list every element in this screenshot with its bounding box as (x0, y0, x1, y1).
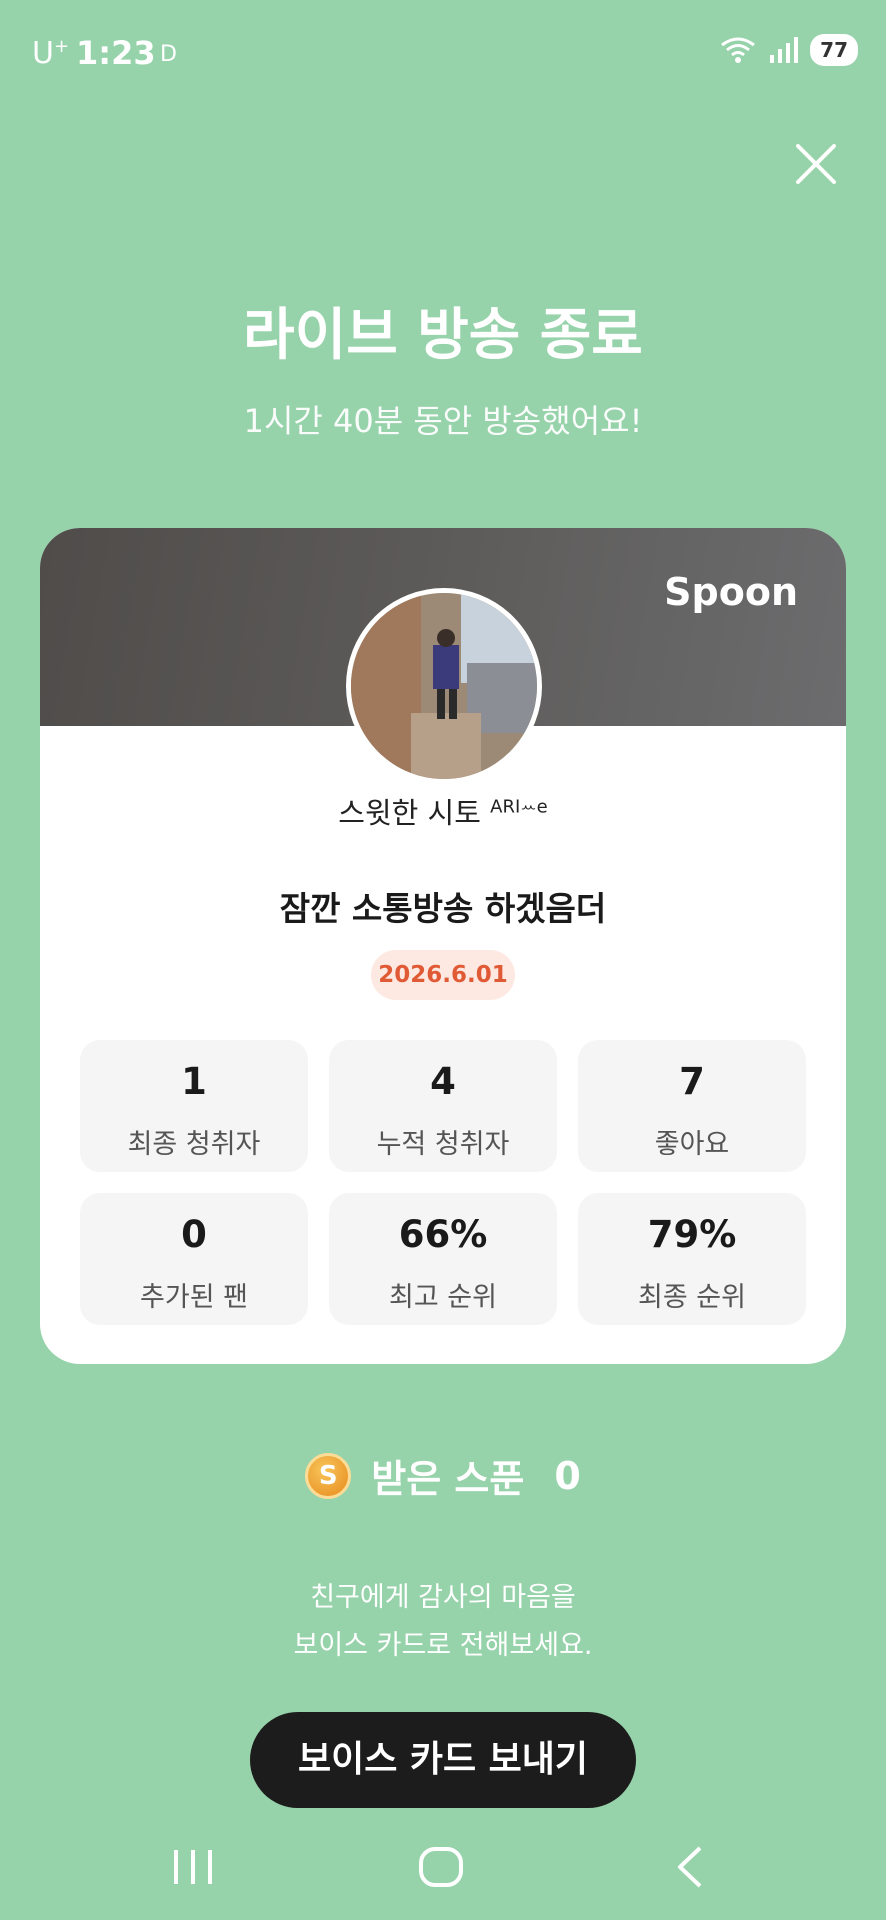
recent-apps-button[interactable] (170, 1842, 216, 1896)
stat-value: 79% (647, 1213, 737, 1256)
message-line-2: 보이스 카드로 전해보세요. (293, 1630, 593, 1661)
thank-you-message: 친구에게 감사의 마음을 보이스 카드로 전해보세요. (0, 1574, 886, 1670)
system-nav-bar (0, 1830, 886, 1920)
spoon-coin-icon: S (305, 1452, 352, 1499)
stat-final-rank: 79% 최종 순위 (578, 1193, 806, 1325)
stat-likes: 7 좋아요 (578, 1040, 806, 1172)
close-button[interactable] (792, 140, 840, 188)
spoons-label: 받은 스푼 (371, 1457, 525, 1501)
stats-grid: 1 최종 청취자 4 누적 청취자 7 좋아요 0 추가된 팬 66% 최고 순… (80, 1040, 806, 1325)
stat-value: 4 (430, 1060, 456, 1103)
stat-final-listeners: 1 최종 청취자 (80, 1040, 308, 1172)
spoons-count: 0 (554, 1453, 581, 1498)
stat-label: 좋아요 (654, 1129, 730, 1160)
stat-label: 최종 순위 (638, 1282, 746, 1313)
status-icons: 77 (718, 34, 858, 66)
host-nickname: 스윗한 시토 ARIꕀe (338, 796, 548, 830)
home-button[interactable] (416, 1842, 466, 1896)
page-title: 라이브 방송 종료 (243, 303, 643, 368)
wifi-icon (721, 37, 756, 63)
stat-label: 최고 순위 (389, 1282, 497, 1313)
message-line-1: 친구에게 감사의 마음을 (310, 1582, 576, 1613)
broadcast-title: 잠깐 소통방송 하겠음더 (279, 889, 607, 928)
broadcast-summary-card: Spoon 스윗한 시토 ARIꕀe 잠깐 소통방송 하겠음더 2026.6.0… (40, 528, 846, 1364)
back-button[interactable] (670, 1842, 710, 1896)
status-bar: U+ 1:23 D 77 (0, 0, 886, 110)
profile-photo (351, 593, 537, 779)
status-indicator: D (160, 42, 177, 67)
battery-indicator: 77 (810, 34, 858, 66)
recent-apps-icon (174, 1850, 212, 1884)
home-icon (419, 1847, 463, 1887)
send-voice-card-button[interactable]: 보이스 카드 보내기 (250, 1712, 636, 1808)
stat-best-rank: 66% 최고 순위 (329, 1193, 557, 1325)
stat-label: 누적 청취자 (376, 1129, 510, 1160)
brand-logo: Spoon (664, 570, 798, 614)
date-badge: 2026.6.01 (371, 950, 515, 1000)
carrier-label: U+ (32, 36, 70, 71)
stat-label: 추가된 팬 (140, 1282, 248, 1313)
back-icon (678, 1846, 702, 1888)
clock: 1:23 (76, 34, 156, 72)
close-icon (796, 144, 836, 184)
stat-total-listeners: 4 누적 청취자 (329, 1040, 557, 1172)
avatar (346, 588, 542, 784)
stat-value: 7 (679, 1060, 705, 1103)
page-subtitle: 1시간 40분 동안 방송했어요! (243, 402, 643, 440)
stat-label: 최종 청취자 (127, 1129, 261, 1160)
stat-value: 0 (181, 1213, 207, 1256)
stat-new-fans: 0 추가된 팬 (80, 1193, 308, 1325)
stat-value: 1 (181, 1060, 207, 1103)
stat-value: 66% (398, 1213, 488, 1256)
received-spoons: S 받은 스푼 0 (0, 1448, 886, 1503)
signal-icon (770, 37, 799, 63)
